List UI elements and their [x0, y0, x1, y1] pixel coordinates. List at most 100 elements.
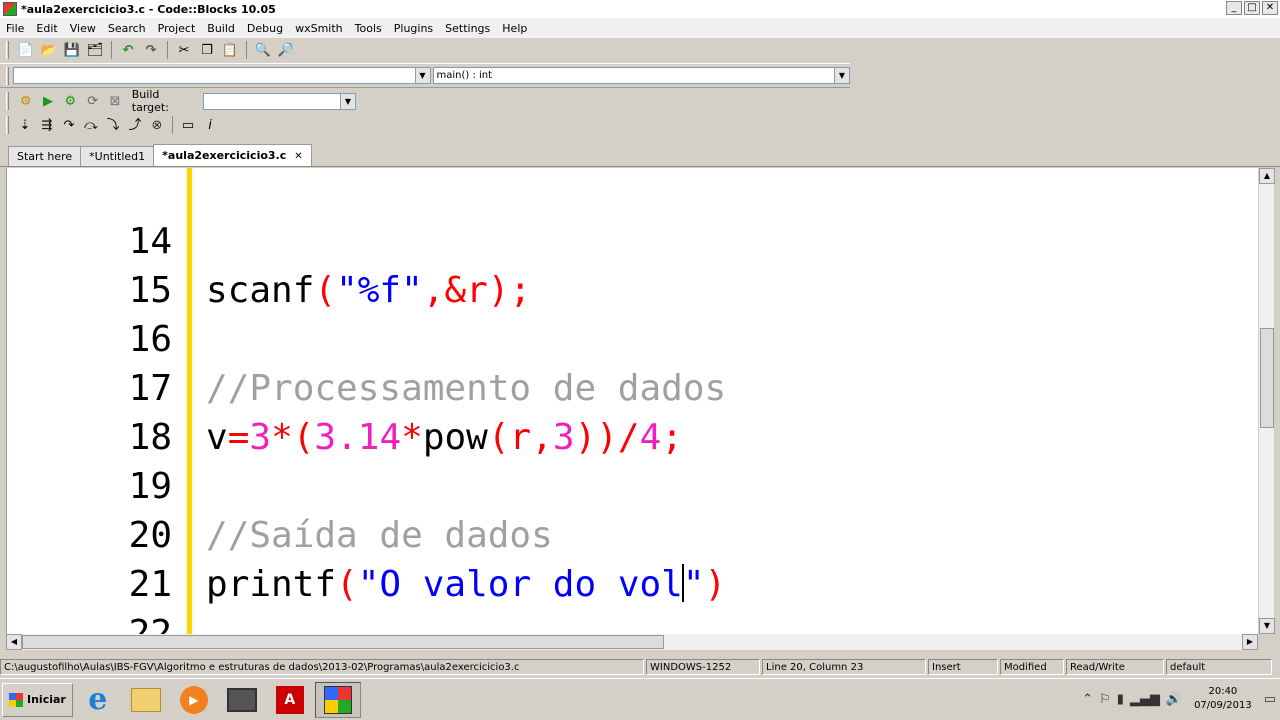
network-icon[interactable]: ▂▄▆ — [1130, 692, 1160, 707]
status-insert-mode: Insert — [928, 659, 998, 675]
internet-explorer-icon: e — [88, 682, 108, 717]
save-icon[interactable]: 💾 — [62, 40, 82, 60]
status-cursor-position: Line 20, Column 23 — [762, 659, 926, 675]
redo-icon[interactable]: ↷ — [141, 40, 161, 60]
code-line[interactable]: 22 — [7, 560, 1258, 634]
code-line[interactable]: 16 //Processamento de dados — [7, 266, 1258, 409]
code-line[interactable]: 20 printf("O valor do vol") — [7, 462, 1258, 605]
close-button[interactable]: ✕ — [1262, 1, 1278, 15]
open-icon[interactable]: 📂 — [39, 40, 59, 60]
clock-date: 07/09/2013 — [1194, 700, 1252, 711]
menu-edit[interactable]: Edit — [30, 22, 63, 35]
step-out-icon[interactable]: ⤴ — [125, 115, 145, 135]
tab-aula2exercicicio3[interactable]: *aula2exercicicio3.c ✕ — [153, 144, 312, 166]
code-editor[interactable]: 14 scanf("%f",&r); 15 16 //Processamento… — [6, 168, 1258, 634]
build-gear-icon[interactable]: ⚙ — [16, 91, 35, 111]
menu-plugins[interactable]: Plugins — [388, 22, 439, 35]
code-line[interactable]: 18 — [7, 364, 1258, 458]
taskbar-pdf-reader[interactable]: A — [267, 682, 313, 718]
menu-project[interactable]: Project — [152, 22, 202, 35]
toolbar-separator — [111, 41, 112, 59]
title-bar: *aula2exercicicio3.c - Code::Blocks 10.0… — [0, 0, 1280, 18]
replace-icon[interactable]: 🔎 — [276, 40, 296, 60]
function-value: main() : int — [436, 70, 493, 81]
horizontal-scrollbar[interactable]: ◀ ▶ — [6, 634, 1258, 650]
next-line-icon[interactable]: ↷ — [59, 115, 79, 135]
chevron-down-icon[interactable]: ▼ — [414, 68, 430, 83]
menu-settings[interactable]: Settings — [439, 22, 496, 35]
scroll-right-icon[interactable]: ▶ — [1242, 634, 1258, 650]
menu-wxsmith[interactable]: wxSmith — [289, 22, 349, 35]
taskbar-media-player[interactable]: ▶ — [171, 682, 217, 718]
rebuild-icon[interactable]: ⟳ — [83, 91, 102, 111]
build-and-run-icon[interactable]: ⚙ — [61, 91, 80, 111]
taskbar-codeblocks[interactable] — [314, 681, 361, 718]
menu-tools[interactable]: Tools — [349, 22, 388, 35]
copy-icon[interactable]: ❐ — [197, 40, 217, 60]
scope-select[interactable]: ▼ — [13, 67, 431, 84]
menu-help[interactable]: Help — [496, 22, 533, 35]
tab-start-here[interactable]: Start here — [8, 146, 82, 166]
toolbar-grip[interactable] — [6, 66, 9, 85]
minimize-button[interactable]: _ — [1226, 1, 1242, 15]
chevron-down-icon[interactable]: ▼ — [834, 68, 849, 83]
toolbar-grip[interactable] — [6, 92, 9, 110]
build-target-select[interactable]: ▼ — [202, 92, 356, 110]
run-to-cursor-icon[interactable]: ⇶ — [37, 115, 57, 135]
menu-view[interactable]: View — [64, 22, 102, 35]
code-line[interactable]: 19 //Saída de dados — [7, 413, 1258, 556]
menu-debug[interactable]: Debug — [241, 22, 289, 35]
taskbar-clock[interactable]: 20:40 07/09/2013 — [1188, 685, 1258, 713]
show-desktop-icon[interactable]: ▭ — [1264, 692, 1276, 707]
start-button[interactable]: Iniciar — [2, 682, 73, 717]
vertical-scroll-thumb[interactable] — [1260, 328, 1274, 428]
window-controls: _ □ ✕ — [1226, 1, 1278, 15]
cut-icon[interactable]: ✂ — [174, 40, 194, 60]
taskbar-window[interactable] — [219, 682, 265, 718]
taskbar-internet-explorer[interactable]: e — [75, 682, 121, 718]
code-line[interactable]: 17 v=3*(3.14*pow(r,3))/4; — [7, 315, 1258, 458]
status-file-path: C:\augustofilho\Aulas\IBS-FGV\Algoritmo … — [0, 659, 644, 675]
find-icon[interactable]: 🔍 — [253, 40, 273, 60]
debug-continue-icon[interactable]: ⇣ — [15, 115, 35, 135]
toolbar-grip[interactable] — [6, 41, 9, 59]
debug-windows-icon[interactable]: ▭ — [178, 115, 198, 135]
vertical-scrollbar[interactable]: ▲ ▼ — [1258, 168, 1275, 634]
menu-build[interactable]: Build — [201, 22, 241, 35]
menu-search[interactable]: Search — [102, 22, 152, 35]
function-select[interactable]: main() : int ▼ — [432, 67, 850, 84]
tab-untitled1[interactable]: *Untitled1 — [80, 146, 155, 166]
chevron-down-icon[interactable]: ▼ — [339, 93, 355, 109]
tray-expand-icon[interactable]: ⌃ — [1082, 692, 1093, 707]
save-all-icon[interactable]: 🗂 — [85, 40, 105, 60]
next-instruction-icon[interactable]: ⤼ — [81, 115, 101, 135]
stop-debug-icon[interactable]: ⊗ — [147, 115, 167, 135]
action-center-flag-icon[interactable]: ⚐ — [1099, 692, 1111, 707]
folder-icon — [130, 687, 161, 712]
code-line[interactable]: 23 — [7, 609, 1258, 634]
scroll-down-icon[interactable]: ▼ — [1259, 618, 1275, 634]
power-icon[interactable]: ▮ — [1117, 692, 1124, 707]
volume-icon[interactable]: 🔊 — [1166, 692, 1182, 707]
close-tab-icon[interactable]: ✕ — [294, 151, 302, 162]
new-file-icon[interactable]: 📄 — [16, 40, 36, 60]
maximize-button[interactable]: □ — [1244, 1, 1260, 15]
scroll-up-icon[interactable]: ▲ — [1259, 168, 1275, 184]
code-line[interactable]: 21 — [7, 511, 1258, 605]
code-line[interactable]: 14 scanf("%f",&r); — [7, 168, 1258, 311]
toolbar-grip[interactable] — [6, 116, 9, 134]
step-into-icon[interactable]: ⤵ — [103, 115, 123, 135]
scroll-left-icon[interactable]: ◀ — [6, 634, 22, 650]
taskbar-explorer[interactable] — [123, 682, 169, 718]
windows-taskbar: Iniciar e ▶ A ⌃ ⚐ ▮ ▂▄▆ 🔊 20:40 07/09/20… — [0, 678, 1280, 720]
undo-icon[interactable]: ↶ — [118, 40, 138, 60]
status-theme: default — [1166, 659, 1272, 675]
abort-icon[interactable]: ⊠ — [105, 91, 124, 111]
horizontal-scroll-thumb[interactable] — [22, 635, 664, 649]
menu-file[interactable]: File — [0, 22, 30, 35]
code-line[interactable]: 15 — [7, 217, 1258, 311]
run-icon[interactable]: ▶ — [38, 91, 57, 111]
pdf-icon: A — [275, 685, 304, 714]
info-icon[interactable]: i — [200, 115, 220, 135]
paste-icon[interactable]: 📋 — [220, 40, 240, 60]
